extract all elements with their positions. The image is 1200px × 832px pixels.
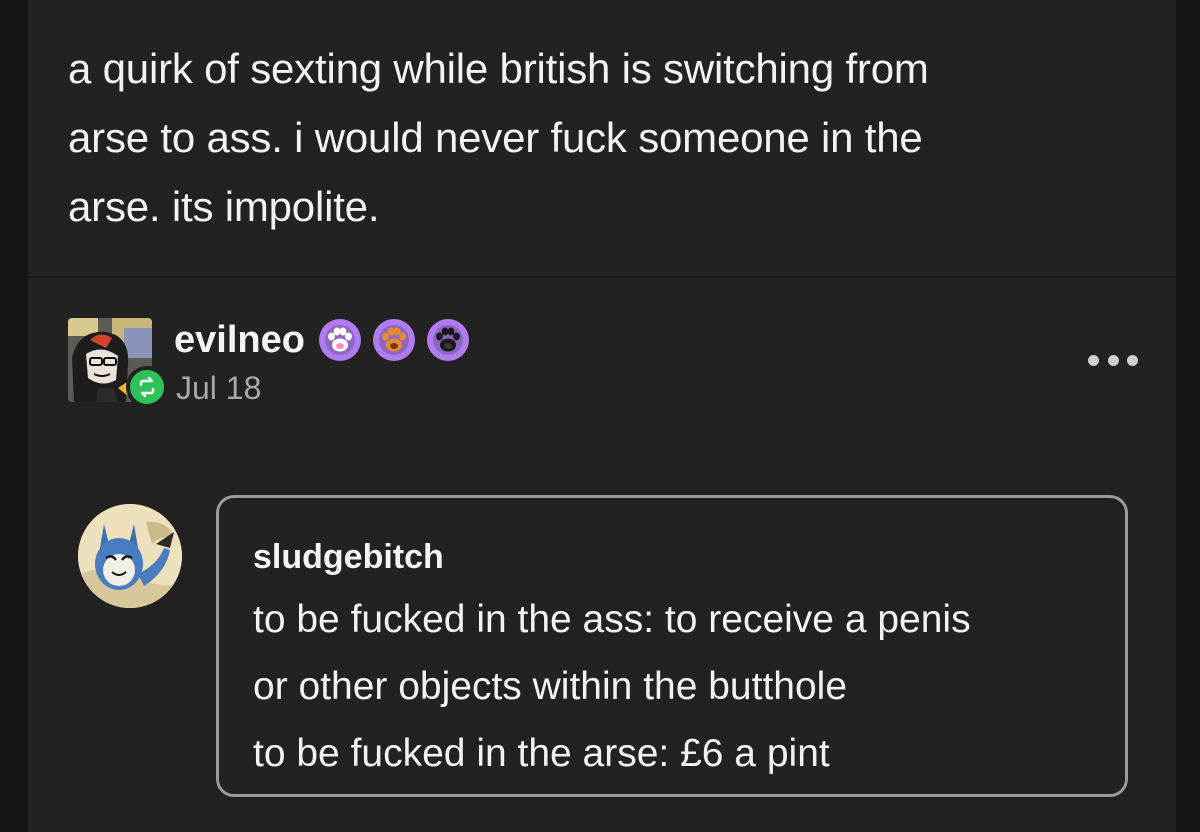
ask-line: to be fucked in the ass: to receive a pe… bbox=[253, 598, 971, 641]
ask-body: to be fucked in the ass: to receive a pe… bbox=[253, 586, 971, 787]
avatar-illustration bbox=[78, 504, 182, 608]
ask-line: to be fucked in the arse: £6 a pint bbox=[253, 732, 830, 775]
ask-box: sludgebitch to be fucked in the ass: to … bbox=[216, 495, 1128, 797]
dot bbox=[1088, 354, 1099, 366]
dot bbox=[1127, 354, 1138, 366]
divider bbox=[28, 276, 1176, 278]
reblog-icon bbox=[126, 366, 168, 408]
reblogger-username[interactable]: evilneo bbox=[174, 318, 305, 362]
post-text-line: arse. its impolite. bbox=[68, 183, 380, 230]
asker-username[interactable]: sludgebitch bbox=[253, 536, 444, 578]
paw-icon[interactable] bbox=[318, 318, 362, 362]
asker-avatar[interactable] bbox=[78, 504, 182, 608]
post-text-line: a quirk of sexting while british is swit… bbox=[68, 45, 929, 92]
post-body: a quirk of sexting while british is swit… bbox=[68, 34, 1128, 241]
user-badges bbox=[318, 318, 470, 362]
paw-icon[interactable] bbox=[426, 318, 470, 362]
post-text-line: arse to ass. i would never fuck someone … bbox=[68, 114, 923, 161]
post-date[interactable]: Jul 18 bbox=[176, 368, 261, 408]
more-options-icon[interactable] bbox=[1088, 348, 1138, 372]
post-card: a quirk of sexting while british is swit… bbox=[28, 0, 1176, 832]
paw-icon[interactable] bbox=[372, 318, 416, 362]
dot bbox=[1107, 354, 1119, 366]
screen: a quirk of sexting while british is swit… bbox=[0, 0, 1200, 832]
ask-line: or other objects within the butthole bbox=[253, 665, 848, 708]
